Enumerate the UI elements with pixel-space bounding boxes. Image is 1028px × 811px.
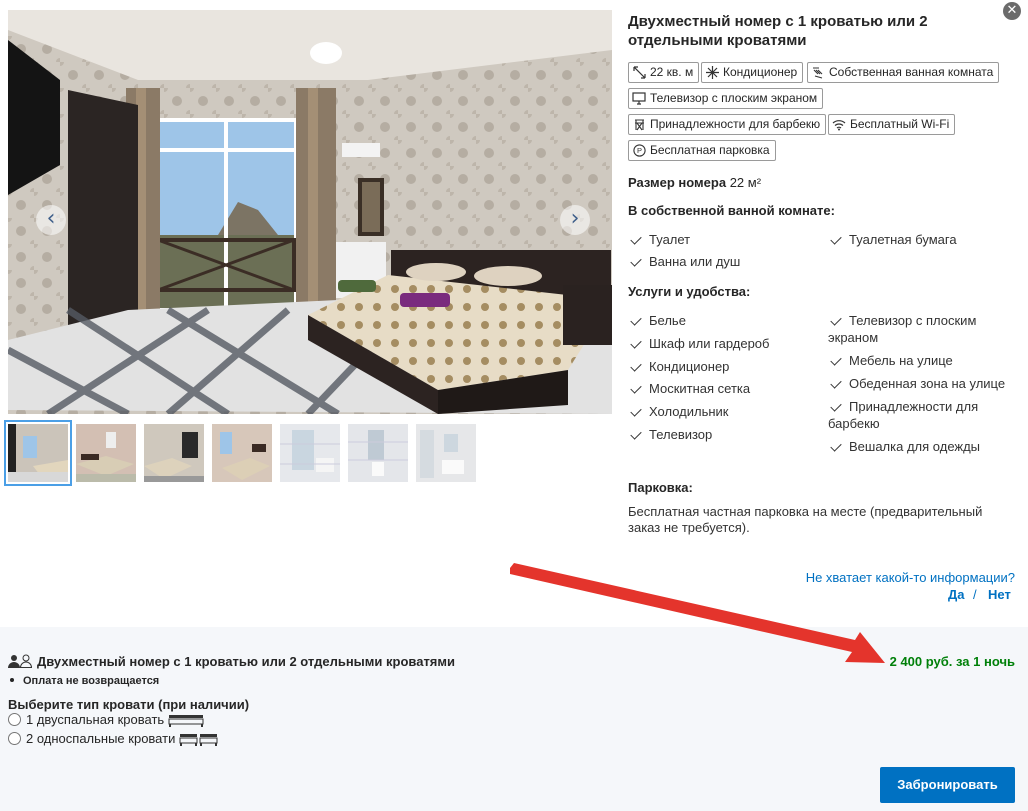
list-item: Мебель на улице bbox=[828, 352, 1018, 369]
facility-chip-bathroom: Собственная ванная комната bbox=[807, 62, 1000, 83]
amenities-heading: Услуги и удобства: bbox=[628, 284, 751, 299]
check-icon bbox=[630, 428, 642, 440]
parking-icon: P bbox=[632, 144, 646, 158]
radio-button[interactable] bbox=[8, 713, 21, 726]
price-label: 2 400 руб. за 1 ночь bbox=[889, 654, 1015, 669]
feedback-separator: / bbox=[973, 587, 977, 602]
list-item: Шкаф или гардероб bbox=[628, 335, 818, 352]
close-icon: ✕ bbox=[1006, 3, 1018, 18]
list-item: Белье bbox=[628, 312, 818, 329]
check-icon bbox=[830, 354, 842, 366]
annotation-arrow bbox=[510, 563, 885, 663]
svg-text:P: P bbox=[636, 146, 641, 155]
close-button[interactable]: ✕ bbox=[1003, 2, 1021, 20]
check-icon bbox=[830, 233, 842, 245]
room-size: Размер номера 22 м² bbox=[628, 175, 762, 190]
list-item: Москитная сетка bbox=[628, 380, 818, 397]
facility-chip-ac: Кондиционер bbox=[701, 62, 804, 83]
feedback-yes-link[interactable]: Да bbox=[948, 587, 965, 602]
room-title: Двухместный номер с 1 кроватью или 2 отд… bbox=[628, 13, 928, 49]
gallery-thumbnail[interactable] bbox=[416, 424, 476, 482]
gallery-next-button[interactable]: › bbox=[560, 205, 590, 235]
check-icon bbox=[830, 377, 842, 389]
gallery-prev-button[interactable]: ‹ bbox=[36, 205, 66, 235]
list-item: Принадлежности для барбекю bbox=[828, 399, 979, 431]
bed-option-double[interactable]: 1 двуспальная кровать bbox=[8, 712, 204, 727]
facility-chip-size: 22 кв. м bbox=[628, 62, 700, 83]
main-room-photo: ‹ › bbox=[8, 10, 612, 414]
feedback-no-link[interactable]: Нет bbox=[988, 587, 1011, 602]
list-item: Кондиционер bbox=[628, 358, 818, 375]
check-icon bbox=[630, 255, 642, 267]
double-bed-icon bbox=[168, 714, 204, 727]
bathroom-list: Туалет Ванна или душ Туалетная бумага bbox=[628, 231, 1018, 271]
gallery-thumbnail[interactable] bbox=[348, 424, 408, 482]
bathroom-heading: В собственной ванной комнате: bbox=[628, 203, 835, 218]
amenities-list: Белье Шкаф или гардероб Кондиционер Моск… bbox=[628, 312, 1018, 462]
snowflake-icon bbox=[705, 66, 719, 80]
check-icon bbox=[830, 440, 842, 452]
room-size-value: 22 м² bbox=[729, 175, 762, 190]
check-icon bbox=[830, 314, 842, 326]
bed-type-prompt: Выберите тип кровати (при наличии) bbox=[8, 697, 250, 712]
radio-button[interactable] bbox=[8, 732, 21, 745]
check-icon bbox=[830, 400, 842, 412]
list-item: Телевизор bbox=[628, 426, 818, 443]
check-icon bbox=[630, 360, 642, 372]
room-size-icon bbox=[632, 66, 646, 80]
facility-chip-wifi: Бесплатный Wi-Fi bbox=[828, 114, 956, 135]
check-icon bbox=[630, 233, 642, 245]
list-item: Туалет bbox=[628, 231, 818, 248]
list-item: Холодильник bbox=[628, 403, 818, 420]
list-item: Обеденная зона на улице bbox=[828, 375, 1018, 392]
occupancy-icon bbox=[8, 654, 33, 668]
wifi-icon bbox=[832, 118, 846, 132]
check-icon bbox=[630, 337, 642, 349]
bullet-icon bbox=[10, 678, 14, 683]
facility-chip-tv: Телевизор с плоским экраном bbox=[628, 88, 824, 109]
gallery-thumbnail[interactable] bbox=[76, 424, 136, 482]
gallery-thumbnail[interactable] bbox=[280, 424, 340, 482]
list-item: Вешалка для одежды bbox=[828, 438, 1018, 455]
grill-icon bbox=[632, 118, 646, 132]
twin-bed-icon bbox=[179, 733, 218, 746]
offer-room-name: Двухместный номер с 1 кроватью или 2 отд… bbox=[37, 654, 456, 669]
list-item: Ванна или душ bbox=[628, 253, 818, 270]
cancellation-policy: Оплата не возвращается bbox=[8, 675, 159, 687]
facility-chip-bbq: Принадлежности для барбекю bbox=[628, 114, 827, 135]
tv-icon bbox=[632, 92, 646, 106]
bed-option-twin[interactable]: 2 односпальные кровати bbox=[8, 731, 219, 746]
parking-heading: Парковка: bbox=[628, 480, 693, 495]
bath-icon bbox=[811, 66, 825, 80]
check-icon bbox=[630, 382, 642, 394]
check-icon bbox=[630, 405, 642, 417]
parking-description: Бесплатная частная парковка на месте (пр… bbox=[628, 504, 983, 535]
gallery-thumbnail[interactable] bbox=[4, 420, 72, 486]
book-button[interactable]: Забронировать bbox=[880, 767, 1015, 803]
gallery-thumbnail[interactable] bbox=[212, 424, 272, 482]
check-icon bbox=[630, 314, 642, 326]
list-item: Телевизор с плоским экраном bbox=[828, 313, 977, 345]
list-item: Туалетная бумага bbox=[828, 231, 1018, 248]
facility-chip-parking: P Бесплатная парковка bbox=[628, 140, 776, 161]
gallery-thumbnail[interactable] bbox=[144, 424, 204, 482]
